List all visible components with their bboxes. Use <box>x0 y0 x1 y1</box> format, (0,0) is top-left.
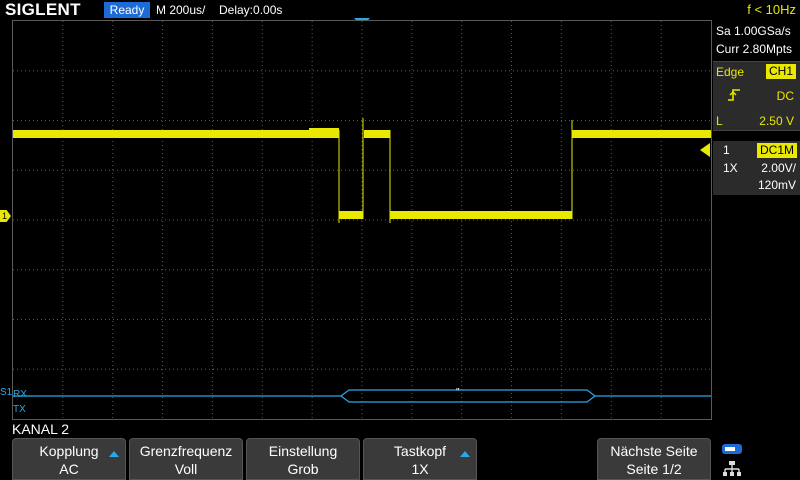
trace-segment <box>364 130 390 138</box>
trigger-type: Edge <box>716 65 745 79</box>
trace-segment <box>572 130 711 138</box>
up-arrow-icon <box>460 451 470 457</box>
rx-label: RX <box>13 389 27 400</box>
next-page-softkey[interactable]: Nächste Seite Seite 1/2 <box>597 438 711 480</box>
trigger-level-marker[interactable] <box>700 143 710 157</box>
softkey-value: Voll <box>174 461 198 477</box>
up-arrow-icon <box>109 451 119 457</box>
ch1-offset-marker[interactable]: 1 <box>0 210 11 222</box>
tx-label: TX <box>13 404 26 415</box>
rising-edge-icon <box>728 89 740 101</box>
channel-info-panel[interactable]: 1 DC1M 1X 2.00V/ 120mV <box>713 141 800 195</box>
trace-segment <box>339 211 363 219</box>
trigger-level: 2.50 V <box>759 114 794 128</box>
top-status-bar: SIGLENT Ready M 200us/ Delay:0.00s f < 1… <box>0 0 800 20</box>
decode-frame[interactable] <box>340 389 596 403</box>
vertical-scale: 2.00V/ <box>761 161 796 175</box>
softkey-value: Seite 1/2 <box>626 461 682 477</box>
softkey-value: AC <box>59 461 79 477</box>
sample-rate: Sa 1.00GSa/s <box>716 24 791 38</box>
network-icon <box>723 461 741 476</box>
channel-number: 1 <box>723 143 730 157</box>
softkey-value: 1X <box>411 461 429 477</box>
softkey-value: Grob <box>287 461 319 477</box>
run-status-badge[interactable]: Ready <box>104 2 150 18</box>
bandwidth-limit-softkey[interactable]: Grenzfrequenz Voll <box>129 438 243 480</box>
memory-depth: Curr 2.80Mpts <box>716 42 793 56</box>
frequency-counter: f < 10Hz <box>747 2 796 17</box>
probe-attenuation: 1X <box>723 161 738 175</box>
serial-bus-marker[interactable]: S1 <box>0 388 12 398</box>
coupling-softkey[interactable]: Kopplung AC <box>12 438 126 480</box>
trace-segment <box>309 128 339 130</box>
acquisition-info: Sa 1.00GSa/s Curr 2.80Mpts <box>713 22 800 62</box>
trigger-coupling: DC <box>776 89 794 103</box>
channel-coupling-badge: DC1M <box>756 143 797 158</box>
brand-logo: SIGLENT <box>5 0 81 19</box>
softkey-label: Grenzfrequenz <box>139 443 233 459</box>
trace-segment <box>390 211 572 219</box>
graticule: " <box>13 21 711 419</box>
vertical-offset: 120mV <box>757 178 796 192</box>
waveform-grid[interactable]: " <box>12 20 712 420</box>
delay-readout[interactable]: Delay:0.00s <box>219 2 282 18</box>
menu-title: KANAL 2 <box>12 421 70 437</box>
softkey-label: Nächste Seite <box>610 443 698 459</box>
probe-softkey[interactable]: Tastkopf 1X <box>363 438 477 480</box>
timebase-readout[interactable]: M 200us/ <box>156 2 205 18</box>
adjust-softkey[interactable]: Einstellung Grob <box>246 438 360 480</box>
gridlines <box>13 21 711 419</box>
status-icons <box>713 438 800 480</box>
usb-icon <box>722 444 742 454</box>
trace-segment <box>13 130 339 138</box>
decode-frame-text: " <box>456 387 460 398</box>
trigger-level-label: L <box>716 114 723 128</box>
softkey-label: Einstellung <box>268 443 338 459</box>
trigger-panel[interactable]: Edge CH1 DC L 2.50 V <box>713 61 800 131</box>
trigger-source-badge: CH1 <box>765 64 796 79</box>
